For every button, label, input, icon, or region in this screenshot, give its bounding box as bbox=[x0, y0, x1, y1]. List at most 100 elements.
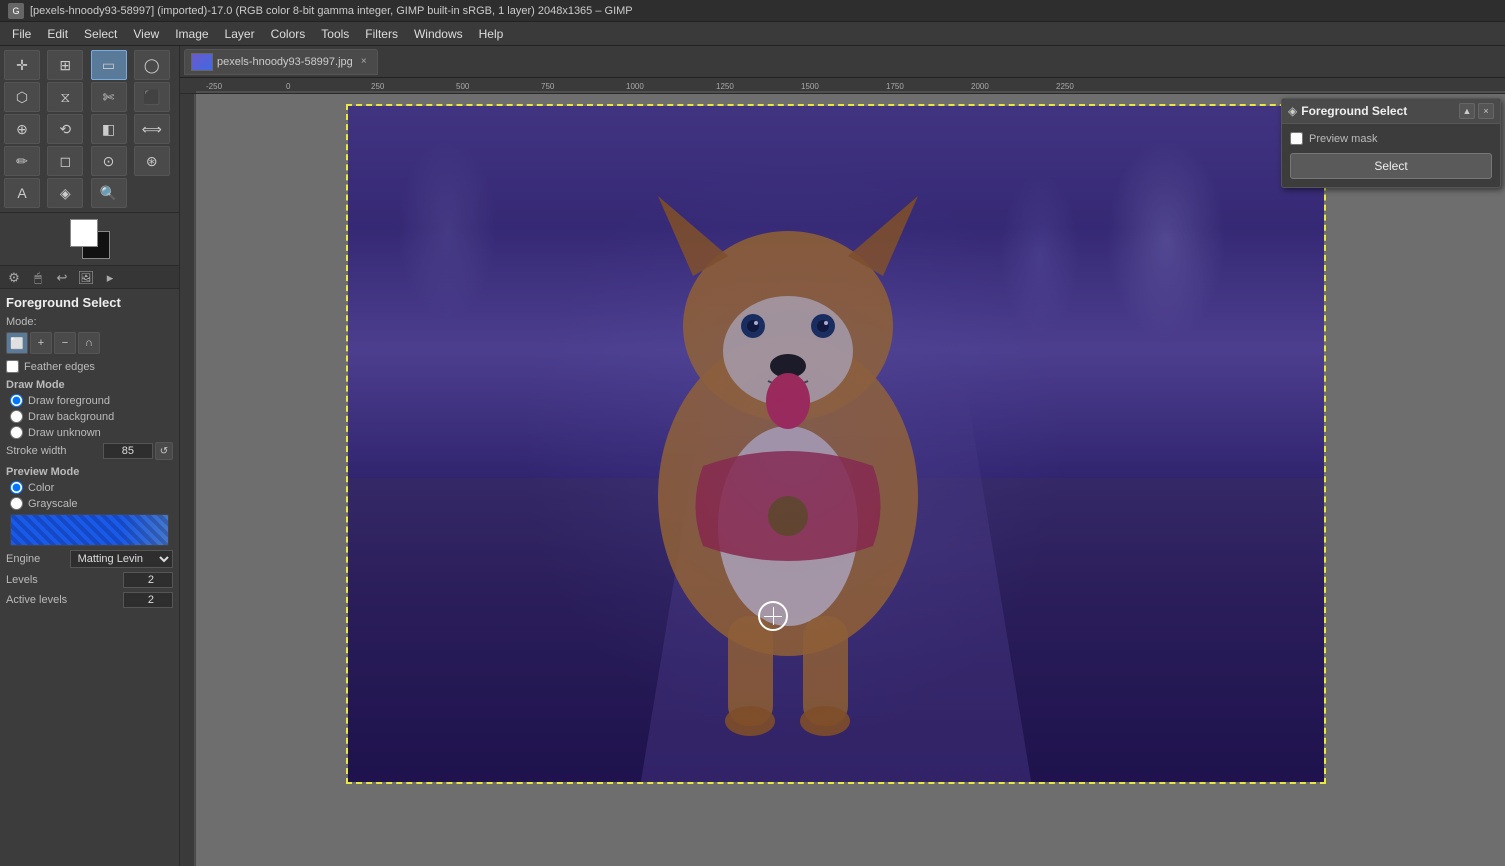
levels-label: Levels bbox=[6, 574, 123, 586]
transform-tool-btn[interactable]: ⟲ bbox=[47, 114, 83, 144]
menu-windows[interactable]: Windows bbox=[406, 25, 471, 43]
svg-text:2250: 2250 bbox=[1056, 82, 1074, 91]
scissors-tool-btn[interactable]: ✄ bbox=[91, 82, 127, 112]
color-swatches bbox=[0, 213, 179, 266]
menu-tools[interactable]: Tools bbox=[313, 25, 357, 43]
engine-row: Engine Matting Levin Matting Global bbox=[6, 550, 173, 568]
fg-select-panel: ◈ Foreground Select ▲ × Preview mask Sel… bbox=[1281, 98, 1501, 188]
menu-layer[interactable]: Layer bbox=[217, 25, 263, 43]
draw-unknown-radio[interactable] bbox=[10, 426, 23, 439]
fg-panel-close-btn[interactable]: × bbox=[1478, 103, 1494, 119]
svg-text:1500: 1500 bbox=[801, 82, 819, 91]
fg-panel-actions: ▲ × bbox=[1459, 103, 1494, 119]
flip-tool-btn[interactable]: ⟺ bbox=[134, 114, 170, 144]
ellipse-select-tool-btn[interactable]: ◯ bbox=[134, 50, 170, 80]
fg-select-title-bar: ◈ Foreground Select ▲ × bbox=[1282, 99, 1500, 124]
fg-panel-expand-btn[interactable]: ▲ bbox=[1459, 103, 1475, 119]
menu-colors[interactable]: Colors bbox=[263, 25, 314, 43]
align-tool-btn[interactable]: ⊞ bbox=[47, 50, 83, 80]
feather-edges-label: Feather edges bbox=[24, 361, 95, 373]
stroke-width-row: Stroke width ↺ bbox=[6, 442, 173, 460]
menu-filters[interactable]: Filters bbox=[357, 25, 406, 43]
draw-foreground-radio[interactable] bbox=[10, 394, 23, 407]
active-levels-input[interactable] bbox=[123, 592, 173, 608]
main-layout: ✛ ⊞ ▭ ◯ ⬡ ⧖ ✄ ⬛ ⊕ ⟲ ◧ ⟺ ✏ ◻ ⊙ ⊛ A ◈ 🔍 bbox=[0, 46, 1505, 866]
menu-file[interactable]: File bbox=[4, 25, 39, 43]
feather-edges-checkbox[interactable] bbox=[6, 360, 19, 373]
svg-text:250: 250 bbox=[371, 82, 385, 91]
mode-add-btn[interactable]: + bbox=[30, 332, 52, 354]
draw-mode-label: Draw Mode bbox=[6, 379, 173, 391]
preview-mask-checkbox[interactable] bbox=[1290, 132, 1303, 145]
clone-tool-btn[interactable]: ⊙ bbox=[91, 146, 127, 176]
heal-tool-btn[interactable]: ⊛ bbox=[134, 146, 170, 176]
stroke-width-label: Stroke width bbox=[6, 445, 103, 457]
panels-tabs: ⚙ 🖱 ↩ 🖼 ▸ bbox=[0, 266, 179, 289]
image-tab-corgi[interactable]: pexels-hnoody93-58997.jpg × bbox=[184, 49, 378, 75]
tab-tool-options[interactable]: ⚙ bbox=[4, 268, 24, 288]
svg-text:500: 500 bbox=[456, 82, 470, 91]
svg-text:-250: -250 bbox=[206, 82, 223, 91]
menu-select[interactable]: Select bbox=[76, 25, 125, 43]
mode-intersect-btn[interactable]: ∩ bbox=[78, 332, 100, 354]
text-tool-btn[interactable]: A bbox=[4, 178, 40, 208]
toolbox: ✛ ⊞ ▭ ◯ ⬡ ⧖ ✄ ⬛ ⊕ ⟲ ◧ ⟺ ✏ ◻ ⊙ ⊛ A ◈ 🔍 bbox=[0, 46, 180, 866]
ruler-top: -250 0 250 500 750 1000 1250 1500 1750 2… bbox=[180, 78, 1505, 94]
menu-edit[interactable]: Edit bbox=[39, 25, 76, 43]
draw-unknown-label: Draw unknown bbox=[28, 427, 101, 439]
foreground-swatch[interactable] bbox=[70, 219, 98, 247]
photo-background bbox=[348, 106, 1324, 782]
perspective-tool-btn[interactable]: ◧ bbox=[91, 114, 127, 144]
move-tool-btn[interactable]: ✛ bbox=[4, 50, 40, 80]
preview-mask-label: Preview mask bbox=[1309, 133, 1377, 145]
preview-mode-label: Preview Mode bbox=[6, 466, 173, 478]
tab-device-status[interactable]: 🖱 bbox=[28, 268, 48, 288]
color-picker-tool-btn[interactable]: ◈ bbox=[47, 178, 83, 208]
preview-mask-row: Preview mask bbox=[1290, 132, 1492, 145]
fuzzy-select-tool-btn[interactable]: ⧖ bbox=[47, 82, 83, 112]
svg-text:1250: 1250 bbox=[716, 82, 734, 91]
menu-image[interactable]: Image bbox=[167, 25, 216, 43]
select-button[interactable]: Select bbox=[1290, 153, 1492, 179]
mode-buttons: ⬜ + − ∩ bbox=[6, 332, 173, 354]
fg-select-content: Preview mask Select bbox=[1282, 124, 1500, 187]
mode-subtract-btn[interactable]: − bbox=[54, 332, 76, 354]
paintbrush-tool-btn[interactable]: ✏ bbox=[4, 146, 40, 176]
menu-help[interactable]: Help bbox=[471, 25, 512, 43]
image-canvas bbox=[346, 104, 1326, 784]
svg-text:1000: 1000 bbox=[626, 82, 644, 91]
eraser-tool-btn[interactable]: ◻ bbox=[47, 146, 83, 176]
active-levels-row: Active levels bbox=[6, 592, 173, 608]
crop-tool-btn[interactable]: ⊕ bbox=[4, 114, 40, 144]
draw-background-radio[interactable] bbox=[10, 410, 23, 423]
draw-foreground-label: Draw foreground bbox=[28, 395, 110, 407]
stroke-width-input[interactable] bbox=[103, 443, 153, 459]
app-icon: G bbox=[8, 3, 24, 19]
tab-images[interactable]: 🖼 bbox=[76, 268, 96, 288]
image-tab-close[interactable]: × bbox=[357, 55, 371, 69]
engine-label: Engine bbox=[6, 553, 70, 565]
canvas-view[interactable]: ◈ Foreground Select ▲ × Preview mask Sel… bbox=[196, 94, 1505, 866]
engine-select[interactable]: Matting Levin Matting Global bbox=[70, 550, 173, 568]
levels-input[interactable] bbox=[123, 572, 173, 588]
svg-text:0: 0 bbox=[286, 82, 291, 91]
ruler-top-svg: -250 0 250 500 750 1000 1250 1500 1750 2… bbox=[196, 78, 1505, 93]
preview-color-row: Color bbox=[10, 481, 173, 494]
menu-bar: File Edit Select View Image Layer Colors… bbox=[0, 22, 1505, 46]
menu-view[interactable]: View bbox=[125, 25, 167, 43]
fg-panel-title: Foreground Select bbox=[1301, 104, 1459, 118]
panels-expand[interactable]: ▸ bbox=[100, 268, 120, 288]
tab-undo-history[interactable]: ↩ bbox=[52, 268, 72, 288]
tool-options-title: Foreground Select bbox=[6, 295, 173, 310]
zoom-tool-btn[interactable]: 🔍 bbox=[91, 178, 127, 208]
fg-select-tool-btn[interactable]: ⬛ bbox=[134, 82, 170, 112]
brush-preview bbox=[10, 514, 169, 546]
rect-select-tool-btn[interactable]: ▭ bbox=[91, 50, 127, 80]
free-select-tool-btn[interactable]: ⬡ bbox=[4, 82, 40, 112]
preview-color-radio[interactable] bbox=[10, 481, 23, 494]
ruler-left bbox=[180, 94, 196, 866]
preview-grayscale-radio[interactable] bbox=[10, 497, 23, 510]
mode-replace-btn[interactable]: ⬜ bbox=[6, 332, 28, 354]
mode-row: Mode: bbox=[6, 316, 173, 328]
stroke-width-reset-btn[interactable]: ↺ bbox=[155, 442, 173, 460]
